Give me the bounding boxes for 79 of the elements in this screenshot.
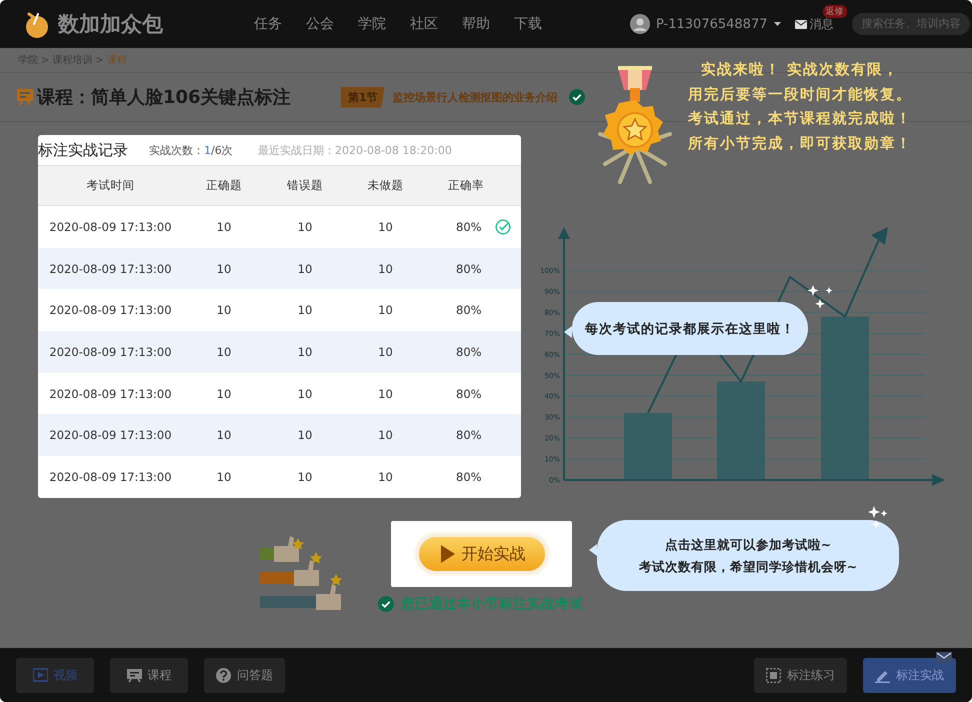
column-header: 考试时间 xyxy=(86,178,136,193)
breadcrumb-separator: > xyxy=(41,54,50,66)
table-cell: 80% xyxy=(456,303,482,318)
table-cell: 10 xyxy=(216,220,232,234)
table-cell: 10 xyxy=(378,220,393,234)
tip-text: 每次考试的记录都展示在这里啦！ xyxy=(585,320,795,338)
lesson-icon xyxy=(126,668,142,682)
card-title: 标注实战记录 xyxy=(38,140,129,160)
table-cell: 10 xyxy=(298,220,312,234)
tip-text: 实战来啦！ 实战次数有限， xyxy=(700,60,900,80)
table-cell: 10 xyxy=(216,386,232,401)
last-attempt-date: 最近实战日期：2020-08-08 18:20:00 xyxy=(258,142,452,158)
table-cell: 2020-08-09 17:13:00 xyxy=(49,428,172,442)
table-cell: 10 xyxy=(298,344,312,359)
table-cell: 80% xyxy=(456,428,482,442)
passed-message: 您已通过本小节标注实战考试 xyxy=(401,595,583,613)
nav-link[interactable]: 帮助 xyxy=(456,15,496,33)
table-cell: 10 xyxy=(298,386,312,401)
nav-link[interactable]: 下载 xyxy=(508,15,548,33)
table-cell: 2020-08-09 17:13:00 xyxy=(49,303,172,318)
tab-button[interactable]: 课程 xyxy=(110,658,188,692)
help-icon xyxy=(216,668,231,682)
tip-text: 用完后要等一段时间才能恢复。 xyxy=(688,85,912,104)
table-cell: 2020-08-09 17:13:00 xyxy=(49,262,172,276)
sparkle-icon xyxy=(806,285,833,309)
table-cell: 10 xyxy=(298,303,312,318)
start-button[interactable]: 开始实战 xyxy=(416,534,548,574)
table-cell: 10 xyxy=(216,344,232,359)
mail-icon[interactable] xyxy=(794,20,806,28)
table-cell: 10 xyxy=(298,470,312,484)
table-cell: 10 xyxy=(378,262,393,276)
table-cell: 2020-08-09 17:13:00 xyxy=(49,344,172,359)
tab-button[interactable]: 问答题 xyxy=(204,658,285,692)
table-cell: 80% xyxy=(456,344,482,359)
tip-text: 所有小节完成，即可获取勋章！ xyxy=(688,134,912,154)
table-cell: 10 xyxy=(216,428,232,442)
user-name[interactable]: P-113076548877 xyxy=(656,16,768,32)
table-cell: 10 xyxy=(216,470,232,484)
video-icon xyxy=(32,668,48,682)
table-cell: 2020-08-09 17:13:00 xyxy=(49,386,172,401)
envelope-icon xyxy=(936,652,952,662)
table-cell: 2020-08-09 17:13:00 xyxy=(49,220,172,234)
table-cell: 10 xyxy=(378,386,393,401)
course-title: 课程：简单人脸106关键点标注 xyxy=(37,86,292,109)
table-cell: 10 xyxy=(298,428,312,442)
badge: 返修 xyxy=(822,4,846,18)
tip-text: 点击这里就可以参加考试啦~ 考试次数有限，希望同学珍惜机会呀~ xyxy=(638,536,858,576)
tip-text: 考试通过，本节课程就完成啦！ xyxy=(688,109,912,129)
table-cell: 10 xyxy=(378,470,393,484)
column-header: 未做题 xyxy=(366,178,404,193)
attempt-count: 实战次数：1/6次 xyxy=(149,142,234,158)
nav-link[interactable]: 学院 xyxy=(352,15,392,33)
table-cell: 80% xyxy=(456,262,482,276)
nav-link[interactable]: 公会 xyxy=(300,15,340,33)
table-cell: 10 xyxy=(378,303,393,318)
table-cell: 80% xyxy=(456,386,482,401)
nav-link[interactable]: 社区 xyxy=(404,15,444,33)
table-cell: 10 xyxy=(216,303,232,318)
table-cell: 80% xyxy=(456,220,482,234)
table-cell: 10 xyxy=(378,428,393,442)
column-header: 正确题 xyxy=(205,178,243,193)
caret-icon[interactable] xyxy=(774,22,780,26)
lesson-icon xyxy=(17,89,33,105)
column-header: 正确率 xyxy=(447,178,485,193)
messages-link[interactable]: 消息 xyxy=(810,16,834,32)
tab-button[interactable]: 标注实战 xyxy=(863,658,956,692)
table-cell: 10 xyxy=(298,262,312,276)
table-cell: 10 xyxy=(216,262,232,276)
section-badge: 第1节 xyxy=(341,86,385,108)
table-cell: 10 xyxy=(378,344,393,359)
table-cell: 2020-08-09 17:13:00 xyxy=(49,470,172,484)
logo-text[interactable]: 数加加众包 xyxy=(58,10,163,38)
table-cell: 80% xyxy=(456,470,482,484)
breadcrumb-separator: > xyxy=(95,54,104,66)
frame-icon xyxy=(766,668,781,682)
tab-button[interactable]: 标注练习 xyxy=(754,658,847,692)
column-header: 错误题 xyxy=(286,178,324,193)
avatar-icon[interactable] xyxy=(630,14,650,34)
nav-link[interactable]: 任务 xyxy=(248,15,288,33)
